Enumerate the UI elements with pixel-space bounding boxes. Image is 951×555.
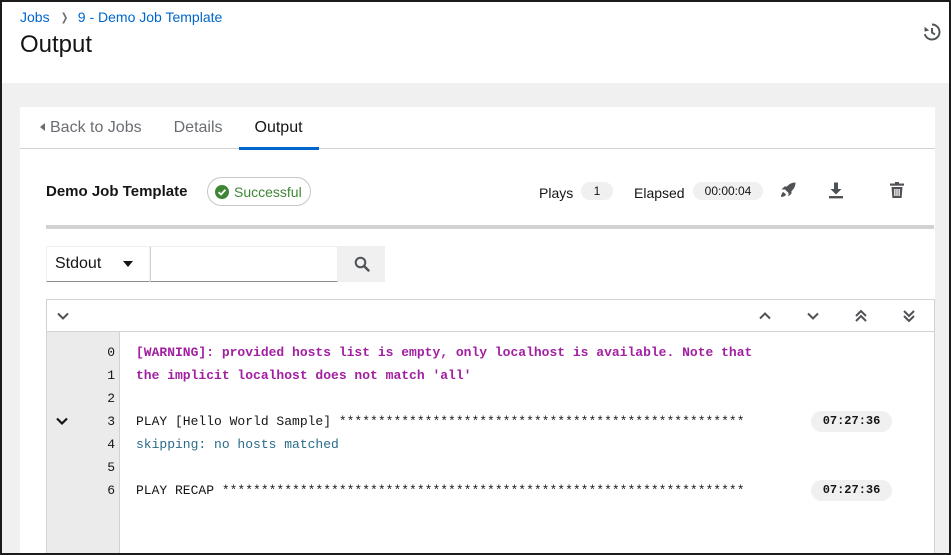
line-number: 1 <box>107 368 115 383</box>
status-text: Successful <box>234 183 302 200</box>
output-line: 3 PLAY [Hello World Sample] ************… <box>47 410 934 433</box>
output-line: 4 skipping: no hosts matched <box>47 433 934 456</box>
trash-icon[interactable] <box>887 180 907 200</box>
download-icon[interactable] <box>826 180 846 200</box>
job-output-card: Back to Jobs Details Output Demo Job Tem… <box>20 107 935 553</box>
output-line: 6 PLAY RECAP ***************************… <box>47 479 934 502</box>
tab-bar: Back to Jobs Details Output <box>20 107 935 150</box>
output-panel: 0 [WARNING]: provided hosts list is empt… <box>46 299 935 553</box>
job-summary: Demo Job Template Successful Plays 1 Ela… <box>20 177 935 207</box>
breadcrumb-job-link[interactable]: 9 - Demo Job Template <box>78 9 222 25</box>
plays-label: Plays <box>539 185 574 201</box>
search-icon <box>354 256 370 272</box>
output-line: 1 the implicit localhost does not match … <box>47 364 934 387</box>
line-number: 3 <box>107 414 115 429</box>
page-header: Jobs ❯ 9 - Demo Job Template Output <box>2 2 949 83</box>
plays-count: 1 <box>581 182 613 200</box>
history-icon[interactable] <box>921 22 941 42</box>
scroll-previous-chevron-up-icon[interactable] <box>757 308 773 324</box>
caret-down-icon <box>123 261 133 267</box>
output-toolbar <box>47 300 934 332</box>
page-title: Output <box>20 31 93 58</box>
app-frame: Jobs ❯ 9 - Demo Job Template Output Back… <box>0 0 951 555</box>
tab-label: Back to Jobs <box>50 119 142 136</box>
breadcrumb: Jobs ❯ 9 - Demo Job Template <box>20 9 222 25</box>
elapsed-label: Elapsed <box>634 185 685 201</box>
line-timestamp: 07:27:36 <box>811 480 892 501</box>
scroll-next-chevron-down-icon[interactable] <box>805 308 821 324</box>
breadcrumb-jobs-link[interactable]: Jobs <box>20 9 50 25</box>
tab-back-to-jobs[interactable]: Back to Jobs <box>20 107 158 149</box>
output-lines: 0 [WARNING]: provided hosts list is empt… <box>47 341 934 502</box>
status-badge: Successful <box>207 177 311 206</box>
expand-all-chevron-down-icon[interactable] <box>55 308 71 324</box>
line-text: PLAY [Hello World Sample] **************… <box>136 414 745 429</box>
line-text: skipping: no hosts matched <box>136 437 339 452</box>
line-number: 6 <box>107 483 115 498</box>
line-number: 4 <box>107 437 115 452</box>
scroll-first-double-chevron-up-icon[interactable] <box>853 308 869 324</box>
job-name: Demo Job Template <box>46 183 188 200</box>
stream-select[interactable]: Stdout <box>46 246 150 282</box>
check-circle-icon <box>215 184 229 199</box>
line-number: 5 <box>107 460 115 475</box>
output-line: 2 <box>47 387 934 410</box>
line-timestamp: 07:27:36 <box>811 411 892 432</box>
line-text: PLAY RECAP *****************************… <box>136 483 745 498</box>
tab-details[interactable]: Details <box>158 107 239 149</box>
tab-label: Details <box>173 119 223 136</box>
line-text: the implicit localhost does not match 'a… <box>136 368 472 383</box>
scroll-last-double-chevron-down-icon[interactable] <box>901 308 917 324</box>
line-number: 2 <box>107 391 115 406</box>
section-divider <box>46 225 934 229</box>
breadcrumb-separator-icon: ❯ <box>60 11 68 24</box>
tab-output[interactable]: Output <box>238 107 319 150</box>
tab-label: Output <box>254 119 303 136</box>
output-filter: Stdout <box>46 246 385 282</box>
line-number: 0 <box>107 345 115 360</box>
line-text: [WARNING]: provided hosts list is empty,… <box>136 345 753 360</box>
elapsed-value: 00:00:04 <box>693 182 763 200</box>
output-line: 0 [WARNING]: provided hosts list is empt… <box>47 341 934 364</box>
search-input[interactable] <box>150 246 338 282</box>
search-button[interactable] <box>338 246 385 282</box>
output-line: 5 <box>47 456 934 479</box>
caret-left-icon <box>40 122 45 131</box>
rocket-icon[interactable] <box>778 180 798 200</box>
stream-select-value: Stdout <box>55 255 102 272</box>
